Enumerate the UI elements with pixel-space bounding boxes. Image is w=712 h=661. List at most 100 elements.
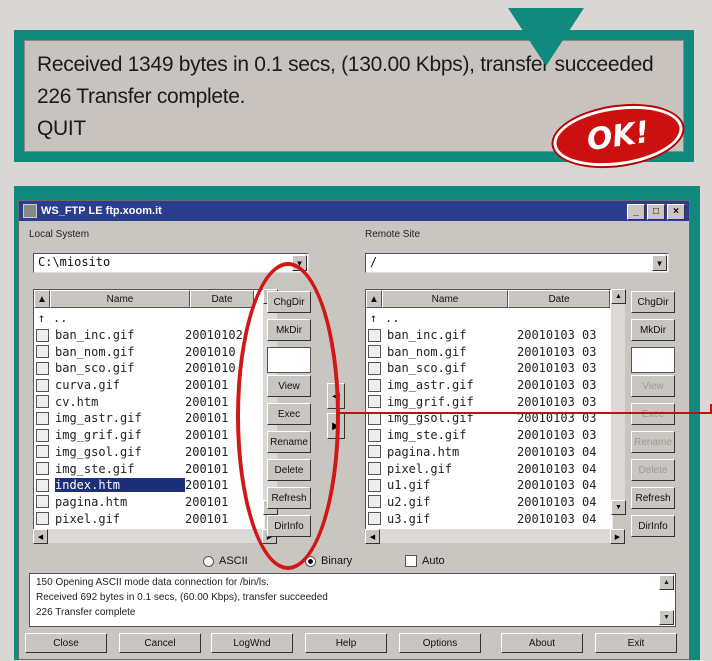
close-window-button[interactable]: × bbox=[667, 204, 685, 220]
minimize-button[interactable]: _ bbox=[627, 204, 645, 220]
local-file-row[interactable]: img_ste.gif 200101 bbox=[36, 460, 243, 477]
remote-path-combo[interactable]: / ▼ bbox=[365, 253, 669, 273]
local-exec-button[interactable]: Exec bbox=[267, 403, 311, 425]
remote-file-row[interactable]: u2.gif 20010103 04 bbox=[368, 494, 596, 511]
remote-file-row[interactable]: ban_inc.gif 20010103 03 bbox=[368, 327, 596, 344]
arrow-left-icon: ◀ bbox=[332, 390, 340, 402]
scroll-down-icon[interactable]: ▼ bbox=[611, 500, 626, 515]
remote-rename-button[interactable]: Rename bbox=[631, 431, 675, 453]
remote-file-name: ban_nom.gif bbox=[387, 344, 467, 359]
local-file-row[interactable]: ban_nom.gif 2001010 bbox=[36, 343, 243, 360]
binary-radio[interactable]: Binary bbox=[305, 555, 352, 567]
local-file-row[interactable]: img_astr.gif 200101 bbox=[36, 410, 243, 427]
remote-file-row[interactable]: img_grif.gif 20010103 03 bbox=[368, 393, 596, 410]
file-icon bbox=[368, 495, 381, 509]
parent-dir-icon: ↑ bbox=[369, 310, 378, 325]
binary-label: Binary bbox=[321, 555, 353, 567]
remote-file-name: u1.gif bbox=[387, 478, 431, 493]
local-file-name: ban_sco.gif bbox=[55, 361, 135, 376]
local-col-name[interactable]: Name bbox=[50, 290, 190, 308]
local-file-row[interactable]: ban_sco.gif 2001010 bbox=[36, 360, 243, 377]
local-file-date: 20010102 bbox=[185, 328, 243, 343]
chevron-down-icon[interactable]: ▼ bbox=[652, 255, 667, 271]
remote-refresh-button[interactable]: Refresh bbox=[631, 487, 675, 509]
local-horizontal-scrollbar[interactable]: ◀ ▶ bbox=[33, 529, 277, 544]
local-file-row[interactable]: cv.htm 200101 bbox=[36, 393, 243, 410]
local-file-row[interactable]: ban_inc.gif 20010102 bbox=[36, 327, 243, 344]
remote-col-date[interactable]: Date bbox=[508, 290, 610, 308]
file-icon bbox=[368, 445, 381, 459]
logwnd-button[interactable]: LogWnd bbox=[211, 633, 293, 653]
remote-file-row[interactable]: pixel.gif 20010103 04 bbox=[368, 460, 596, 477]
title-bar: WS_FTP LE ftp.xoom.it _ □ × bbox=[19, 201, 689, 221]
local-file-row[interactable]: index.htm 200101 bbox=[36, 477, 243, 494]
remote-file-row[interactable]: u3.gif 20010103 04 bbox=[368, 510, 596, 527]
file-icon bbox=[368, 478, 381, 492]
local-chgdir-button[interactable]: ChgDir bbox=[267, 291, 311, 313]
sort-up-icon[interactable]: ▲ bbox=[366, 290, 382, 308]
remote-file-row[interactable]: ↑.. bbox=[368, 310, 596, 327]
remote-file-row[interactable]: pagina.htm 20010103 04 bbox=[368, 444, 596, 461]
transfer-right-button[interactable]: ▶ bbox=[327, 413, 345, 439]
file-icon bbox=[368, 361, 381, 375]
local-file-row[interactable]: ↑.. bbox=[36, 310, 243, 327]
remote-file-row[interactable]: ban_sco.gif 20010103 03 bbox=[368, 360, 596, 377]
about-button[interactable]: About bbox=[501, 633, 583, 653]
remote-dirinfo-button[interactable]: DirInfo bbox=[631, 515, 675, 537]
local-file-list[interactable]: ▲ Name Date ↑.. ban_inc.gif 20010102 ban_no… bbox=[33, 289, 265, 531]
transfer-left-button[interactable]: ◀ bbox=[327, 383, 345, 409]
remote-horizontal-scrollbar[interactable]: ◀ ▶ bbox=[365, 529, 625, 544]
local-delete-button[interactable]: Delete bbox=[267, 459, 311, 481]
local-file-row[interactable]: pixel.gif 200101 bbox=[36, 510, 243, 527]
ascii-radio[interactable]: ASCII bbox=[203, 555, 248, 567]
local-path-combo[interactable]: C:\miosito ▼ bbox=[33, 253, 309, 273]
auto-checkbox[interactable]: Auto bbox=[405, 555, 445, 567]
remote-file-name: pixel.gif bbox=[387, 461, 453, 476]
remote-col-name[interactable]: Name bbox=[382, 290, 508, 308]
scroll-up-icon[interactable]: ▲ bbox=[659, 575, 674, 590]
local-file-date: 2001010 bbox=[185, 344, 236, 359]
local-refresh-button[interactable]: Refresh bbox=[267, 487, 311, 509]
help-button[interactable]: Help bbox=[305, 633, 387, 653]
scroll-right-icon[interactable]: ▶ bbox=[610, 529, 625, 544]
exit-button[interactable]: Exit bbox=[595, 633, 677, 653]
local-rename-button[interactable]: Rename bbox=[267, 431, 311, 453]
file-icon bbox=[36, 395, 49, 409]
file-icon bbox=[36, 345, 49, 359]
local-view-button[interactable]: View bbox=[267, 375, 311, 397]
local-rows: ↑.. ban_inc.gif 20010102 ban_nom.gif 2001010… bbox=[36, 310, 243, 527]
scroll-up-icon[interactable]: ▲ bbox=[611, 289, 626, 304]
remote-view-button[interactable]: View bbox=[631, 375, 675, 397]
remote-file-row[interactable]: u1.gif 20010103 04 bbox=[368, 477, 596, 494]
remote-delete-button[interactable]: Delete bbox=[631, 459, 675, 481]
remote-file-row[interactable]: img_ste.gif 20010103 03 bbox=[368, 427, 596, 444]
remote-mkdir-button[interactable]: MkDir bbox=[631, 319, 675, 341]
options-button[interactable]: Options bbox=[399, 633, 481, 653]
local-file-row[interactable]: img_grif.gif 200101 bbox=[36, 427, 243, 444]
remote-file-row[interactable]: ban_nom.gif 20010103 03 bbox=[368, 343, 596, 360]
remote-vertical-scrollbar[interactable]: ▲ ▼ bbox=[611, 289, 626, 515]
remote-file-row[interactable]: img_astr.gif 20010103 03 bbox=[368, 377, 596, 394]
maximize-button[interactable]: □ bbox=[647, 204, 665, 220]
local-blank-field[interactable] bbox=[267, 347, 311, 373]
close-button[interactable]: Close bbox=[25, 633, 107, 653]
sort-up-icon[interactable]: ▲ bbox=[34, 290, 50, 308]
remote-file-list[interactable]: ▲ Name Date ↑.. ban_inc.gif 20010103 03 ban… bbox=[365, 289, 613, 531]
local-mkdir-button[interactable]: MkDir bbox=[267, 319, 311, 341]
scroll-down-icon[interactable]: ▼ bbox=[659, 610, 674, 625]
local-dirinfo-button[interactable]: DirInfo bbox=[267, 515, 311, 537]
local-file-row[interactable]: curva.gif 200101 bbox=[36, 377, 243, 394]
remote-blank-field[interactable] bbox=[631, 347, 675, 373]
message-log[interactable]: 150 Opening ASCII mode data connection f… bbox=[29, 573, 676, 627]
local-file-row[interactable]: pagina.htm 200101 bbox=[36, 494, 243, 511]
cancel-button[interactable]: Cancel bbox=[119, 633, 201, 653]
remote-chgdir-button[interactable]: ChgDir bbox=[631, 291, 675, 313]
local-col-date[interactable]: Date bbox=[190, 290, 254, 308]
remote-file-name: u3.gif bbox=[387, 511, 431, 526]
local-file-row[interactable]: img_gsol.gif 200101 bbox=[36, 444, 243, 461]
scroll-left-icon[interactable]: ◀ bbox=[33, 529, 48, 544]
local-file-date: 200101 bbox=[185, 511, 229, 526]
scroll-left-icon[interactable]: ◀ bbox=[365, 529, 380, 544]
chevron-down-icon[interactable]: ▼ bbox=[292, 255, 307, 271]
remote-exec-button[interactable]: Exec bbox=[631, 403, 675, 425]
